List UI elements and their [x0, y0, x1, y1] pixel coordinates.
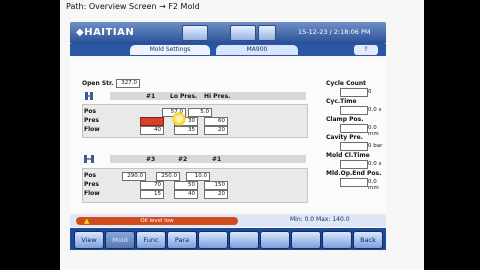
mold-open-end-pos-value	[340, 178, 368, 187]
open-row-pres-label: Pres	[84, 181, 99, 188]
close-row-pos-label: Pos	[84, 108, 97, 115]
cavity-pressure-label: Cavity Pre.	[326, 134, 363, 141]
clamp-pos-label: Clamp Pos.	[326, 116, 364, 123]
close-header-1: #1	[146, 93, 156, 100]
clamp-pos-value	[340, 124, 368, 133]
alarm-message[interactable]: Oil level low	[76, 217, 238, 225]
open-flow-3-input[interactable]: 15	[140, 190, 164, 199]
close-flow-hi-input[interactable]: 20	[204, 126, 228, 135]
mold-close-time-label: Mold Cl.Time	[326, 152, 370, 159]
cycle-count-label: Cycle Count	[326, 80, 367, 87]
close-row-pres-label: Pres	[84, 117, 99, 124]
bottom-toolbar: View Mold Func Para Back	[70, 228, 386, 250]
func-button[interactable]: Func	[136, 231, 166, 249]
open-header-row	[110, 155, 306, 163]
path-caption: Path: Overview Screen → F2 Mold	[66, 2, 200, 11]
mold-close-icon	[85, 92, 93, 100]
brand-logo: ◆HAITIAN	[76, 27, 135, 38]
close-flow-1-input[interactable]: 40	[140, 126, 164, 135]
open-header-2: #2	[178, 156, 188, 163]
mold-close-time-value	[340, 160, 368, 169]
mold-open-end-pos-label: Mld.Op.End Pos.	[326, 170, 382, 177]
back-button[interactable]: Back	[353, 231, 383, 249]
header-button-3[interactable]	[258, 25, 276, 41]
touch-cursor-indicator	[172, 112, 186, 126]
close-pres-1-input[interactable]	[140, 117, 164, 126]
para-button[interactable]: Para	[167, 231, 197, 249]
cavity-pressure-unit: 0 bar	[368, 143, 383, 149]
warning-icon: ▲	[84, 217, 90, 225]
open-row-flow-label: Flow	[84, 190, 100, 197]
softkey-8[interactable]	[291, 231, 321, 249]
close-header-3: Hi Pres.	[204, 93, 231, 100]
min-max-readout: Min: 0.0 Max: 140.0	[290, 216, 350, 223]
header-button-1[interactable]	[182, 25, 208, 41]
open-stroke-label: Open Str.	[82, 80, 114, 87]
cycle-count-value	[340, 88, 368, 97]
tab-mold-settings[interactable]: Mold Settings	[130, 45, 210, 55]
help-button[interactable]: ?	[354, 45, 378, 55]
open-stroke-input[interactable]: 327.0	[116, 79, 140, 88]
header-button-2[interactable]	[230, 25, 256, 41]
softkey-7[interactable]	[260, 231, 290, 249]
open-pos-1-input[interactable]: 10.0	[186, 172, 210, 181]
open-flow-2-input[interactable]: 40	[174, 190, 198, 199]
cycle-time-unit: 0.0 s	[368, 107, 382, 113]
mold-close-time-unit: 0.0 s	[368, 161, 382, 167]
view-button[interactable]: View	[74, 231, 104, 249]
close-header-2: Lo Pres.	[170, 93, 198, 100]
open-header-3: #3	[146, 156, 156, 163]
close-row-flow-label: Flow	[84, 126, 100, 133]
cavity-pressure-value	[340, 142, 368, 151]
cycle-time-value	[340, 106, 368, 115]
tab-bar: Mold Settings MA900 ?	[70, 44, 386, 56]
open-pres-1-input[interactable]: 150	[204, 181, 228, 190]
softkey-9[interactable]	[322, 231, 352, 249]
clamp-pos-unit: 0.0 mm	[368, 125, 379, 137]
close-pres-hi-input[interactable]: 60	[204, 117, 228, 126]
top-bar: ◆HAITIAN 15-12-23 / 2:18:06 PM	[70, 22, 386, 44]
open-row-pos-label: Pos	[84, 172, 97, 179]
mold-open-icon	[84, 155, 94, 163]
cycle-time-label: Cyc.Time	[326, 98, 357, 105]
cycle-count-unit: 0	[368, 89, 372, 95]
mold-open-end-pos-unit: 0.0 mm	[368, 179, 379, 191]
open-pres-2-input[interactable]: 50	[174, 181, 198, 190]
open-pos-2-input[interactable]: 250.0	[156, 172, 180, 181]
softkey-5[interactable]	[198, 231, 228, 249]
mold-content: Open Str. 327.0 #1 Lo Pres. Hi Pres. Pos…	[70, 58, 386, 212]
open-pres-3-input[interactable]: 70	[140, 181, 164, 190]
close-pos-hi-input[interactable]: 5.0	[188, 108, 212, 117]
softkey-6[interactable]	[229, 231, 259, 249]
tab-ma900[interactable]: MA900	[216, 45, 298, 55]
mold-button[interactable]: Mold	[105, 231, 135, 249]
open-pos-3-input[interactable]: 290.0	[122, 172, 146, 181]
datetime: 15-12-23 / 2:18:06 PM	[298, 28, 371, 36]
open-flow-1-input[interactable]: 20	[204, 190, 228, 199]
open-header-1: #1	[212, 156, 222, 163]
close-flow-lo-input[interactable]: 35	[174, 126, 198, 135]
